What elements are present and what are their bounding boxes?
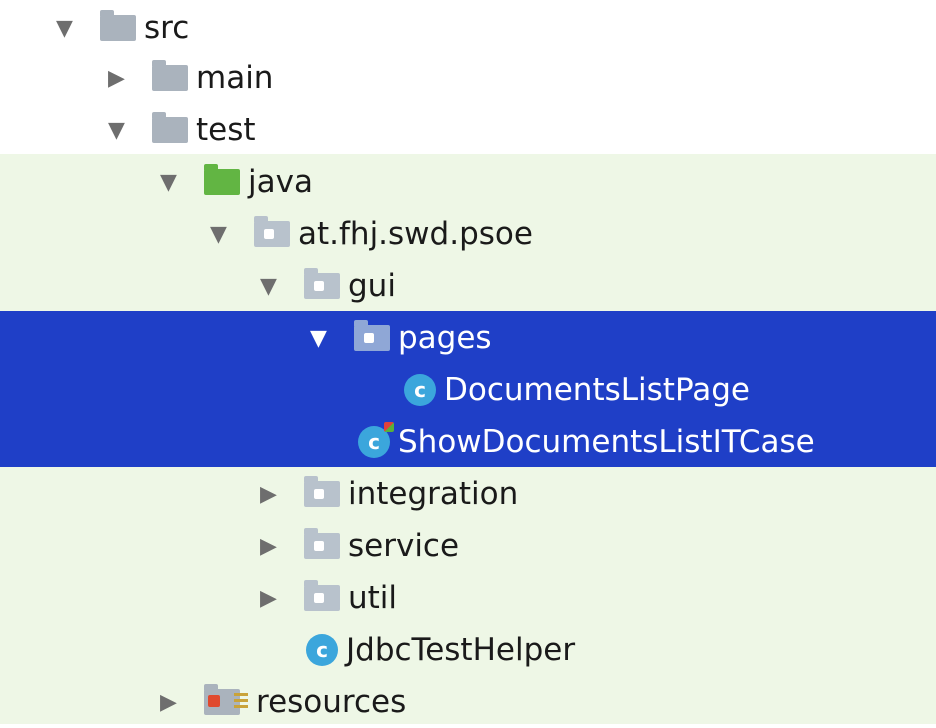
- tree-node-integration[interactable]: ▶ integration: [0, 468, 936, 520]
- node-label: resources: [256, 684, 407, 720]
- collapse-arrow-icon[interactable]: ▶: [260, 482, 304, 507]
- tree-node-main[interactable]: ▶ main: [0, 52, 936, 104]
- node-label: gui: [348, 268, 396, 304]
- tree-node-src[interactable]: ▼ src: [0, 2, 936, 54]
- java-class-icon: c: [306, 634, 338, 666]
- java-class-icon: c: [404, 374, 436, 406]
- node-label: src: [144, 10, 190, 46]
- package-icon: [304, 268, 340, 299]
- expand-arrow-icon[interactable]: ▼: [56, 16, 100, 41]
- java-test-class-icon: c: [358, 422, 394, 458]
- expand-arrow-icon[interactable]: ▼: [160, 170, 204, 195]
- tree-node-java[interactable]: ▼ java: [0, 156, 936, 208]
- node-label: util: [348, 580, 398, 616]
- node-label: ShowDocumentsListITCase: [398, 424, 815, 460]
- tree-node-jdbctesthelper[interactable]: c JdbcTestHelper: [0, 624, 936, 676]
- tree-node-resources[interactable]: ▶ resources: [0, 676, 936, 728]
- node-label: java: [248, 164, 313, 200]
- node-label: DocumentsListPage: [444, 372, 750, 408]
- package-icon: [304, 580, 340, 611]
- expand-arrow-icon[interactable]: ▼: [108, 118, 152, 143]
- expand-arrow-icon[interactable]: ▼: [260, 274, 304, 299]
- collapse-arrow-icon[interactable]: ▶: [260, 586, 304, 611]
- node-label: pages: [398, 320, 492, 356]
- package-icon: [304, 476, 340, 507]
- tree-node-util[interactable]: ▶ util: [0, 572, 936, 624]
- collapse-arrow-icon[interactable]: ▶: [260, 534, 304, 559]
- node-label: integration: [348, 476, 519, 512]
- tree-node-pages[interactable]: ▼ pages: [0, 312, 936, 364]
- tree-node-at-fhj-swd-psoe[interactable]: ▼ at.fhj.swd.psoe: [0, 208, 936, 260]
- tree-node-test[interactable]: ▼ test: [0, 104, 936, 156]
- tree-node-gui[interactable]: ▼ gui: [0, 260, 936, 312]
- folder-icon: [152, 112, 188, 143]
- collapse-arrow-icon[interactable]: ▶: [108, 66, 152, 91]
- folder-icon: [152, 60, 188, 91]
- package-icon: [354, 320, 390, 351]
- project-tree: ▼ src ▶ main ▼ test ▼ java ▼ at.fhj.swd.…: [0, 0, 936, 724]
- folder-icon: [100, 10, 136, 41]
- expand-arrow-icon[interactable]: ▼: [210, 222, 254, 247]
- expand-arrow-icon[interactable]: ▼: [310, 326, 354, 351]
- package-icon: [304, 528, 340, 559]
- node-label: service: [348, 528, 460, 564]
- package-icon: [254, 216, 290, 247]
- test-source-folder-icon: [204, 164, 240, 195]
- collapse-arrow-icon[interactable]: ▶: [160, 690, 204, 715]
- node-label: at.fhj.swd.psoe: [298, 216, 533, 252]
- node-label: JdbcTestHelper: [346, 632, 576, 668]
- node-label: main: [196, 60, 274, 96]
- tree-node-showdocumentslistitcase[interactable]: c ShowDocumentsListITCase: [0, 416, 936, 468]
- tree-node-service[interactable]: ▶ service: [0, 520, 936, 572]
- tree-node-documentslistpage[interactable]: c DocumentsListPage: [0, 364, 936, 416]
- resources-folder-icon: [204, 684, 248, 715]
- node-label: test: [196, 112, 256, 148]
